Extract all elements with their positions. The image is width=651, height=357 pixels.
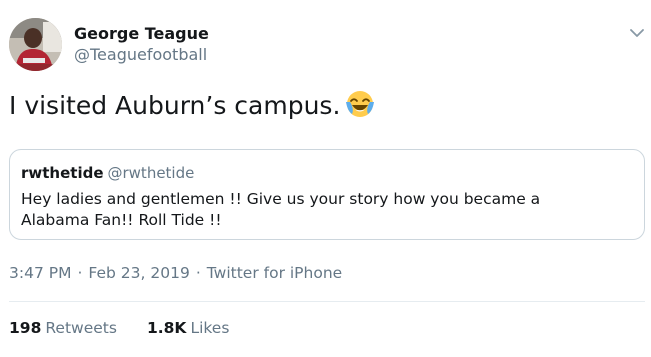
meta-separator: · [195, 264, 201, 282]
likes-label: Likes [190, 319, 230, 337]
tweet-source-link[interactable]: Twitter for iPhone [207, 264, 342, 282]
author-handle[interactable]: @Teaguefootball [74, 45, 207, 64]
tweet-text-content: I visited Auburn’s campus. [9, 91, 341, 120]
tweet-date-link[interactable]: Feb 23, 2019 [88, 264, 189, 282]
tweet-meta: 3:47 PM · Feb 23, 2019 · Twitter for iPhone [9, 264, 342, 282]
tweet-time-link[interactable]: 3:47 PM [9, 264, 71, 282]
chevron-down-icon[interactable] [626, 22, 648, 44]
author-name[interactable]: George Teague [74, 24, 209, 43]
tweet-text: I visited Auburn’s campus. [9, 88, 376, 122]
quoted-author-handle: @rwthetide [107, 164, 195, 182]
face-with-tears-of-joy-icon [344, 88, 376, 120]
divider [9, 301, 645, 302]
meta-separator: · [77, 264, 83, 282]
tweet-stats: 198 Retweets 1.8K Likes [9, 319, 259, 337]
quoted-tweet-card[interactable]: rwthetide @rwthetide Hey ladies and gentl… [9, 149, 645, 240]
retweets-count: 198 [9, 319, 42, 337]
quoted-tweet-header: rwthetide @rwthetide [21, 164, 194, 182]
quoted-tweet-text: Hey ladies and gentlemen !! Give us your… [21, 190, 541, 229]
retweets-stat[interactable]: 198 Retweets [9, 319, 117, 337]
avatar-photo [9, 18, 62, 71]
likes-stat[interactable]: 1.8K Likes [147, 319, 229, 337]
retweets-label: Retweets [45, 319, 117, 337]
quoted-author-name: rwthetide [21, 164, 104, 182]
avatar[interactable] [9, 18, 62, 71]
likes-count: 1.8K [146, 319, 187, 337]
